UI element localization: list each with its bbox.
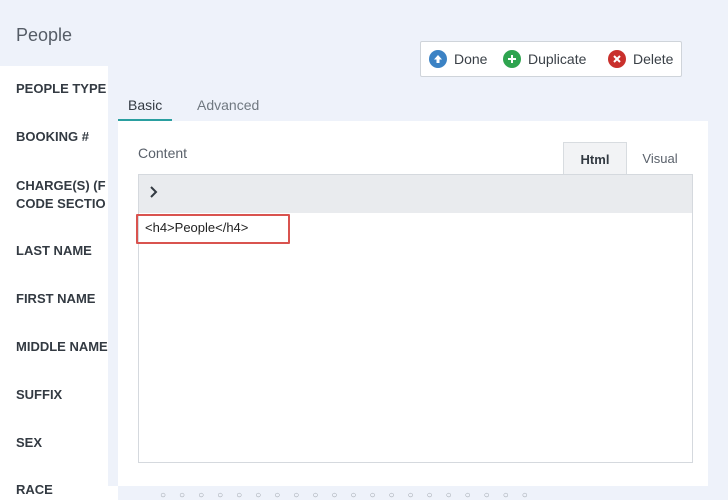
highlight-box: [136, 214, 290, 244]
duplicate-button[interactable]: Duplicate: [503, 49, 586, 69]
field-label-code-section: CODE SECTIO: [16, 196, 106, 211]
field-label-middle-name: MIDDLE NAME: [16, 339, 108, 354]
duplicate-label: Duplicate: [528, 51, 587, 67]
tab-visual[interactable]: Visual: [628, 142, 692, 174]
tab-advanced[interactable]: Advanced: [197, 97, 259, 119]
delete-button[interactable]: Delete: [608, 49, 673, 69]
tab-basic[interactable]: Basic: [118, 97, 173, 122]
done-button[interactable]: Done: [429, 49, 487, 69]
field-label-charges: CHARGE(S) (F: [16, 178, 106, 193]
content-label: Content: [138, 145, 188, 161]
close-icon: [608, 50, 626, 68]
code-line[interactable]: <h4>People</h4>: [136, 214, 290, 244]
plus-icon: [503, 50, 521, 68]
delete-label: Delete: [633, 51, 674, 67]
chevron-right-icon[interactable]: [149, 185, 159, 203]
component-editor-panel: Done Duplicate Delete Basic Advanced Con…: [108, 41, 720, 486]
arrow-up-icon: [429, 50, 447, 68]
field-label-last-name: LAST NAME: [16, 243, 92, 258]
field-label-people-type: PEOPLE TYPE: [16, 81, 107, 96]
field-label-booking: BOOKING #: [16, 129, 89, 144]
page-title: People: [16, 25, 73, 45]
action-toolbar: Done Duplicate Delete: [420, 41, 682, 77]
editor-tabs: Basic Advanced: [118, 91, 708, 122]
html-code-editor[interactable]: <h4>People</h4>: [136, 213, 693, 463]
radio-options-peek: ○○○○○○○○○○○○○○○○○○○○: [160, 490, 541, 500]
field-label-race: RACE: [16, 482, 53, 497]
done-label: Done: [454, 51, 488, 67]
field-list: PEOPLE TYPE BOOKING # CHARGE(S) (F CODE …: [0, 66, 118, 500]
editor-toolbar: [138, 174, 693, 214]
content-section: Content Html Visual <h4>People</h4>: [118, 121, 708, 486]
field-label-first-name: FIRST NAME: [16, 291, 96, 306]
field-label-sex: SEX: [16, 435, 43, 450]
field-label-suffix: SUFFIX: [16, 387, 63, 402]
tab-html[interactable]: Html: [563, 142, 627, 175]
